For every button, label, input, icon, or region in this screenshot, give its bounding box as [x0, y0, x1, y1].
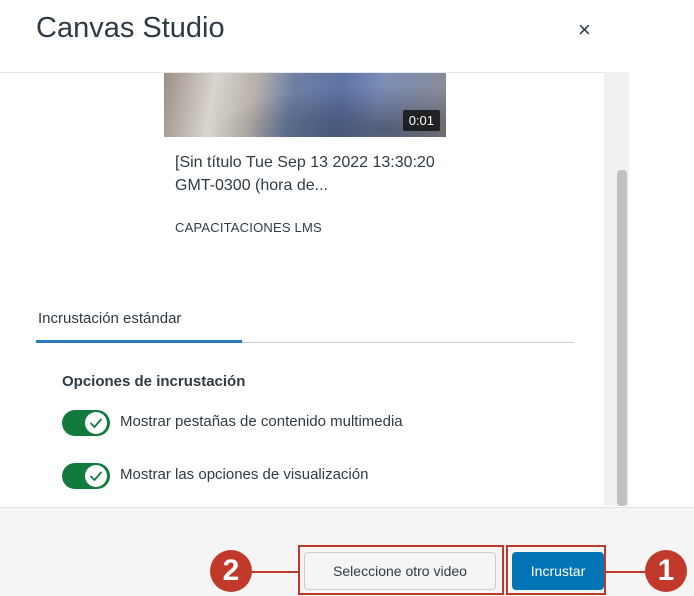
video-duration: 0:01	[402, 110, 440, 131]
modal-title: Canvas Studio	[36, 12, 225, 44]
annotation-badge-2: 2	[210, 550, 252, 592]
video-thumbnail[interactable]: 0:01	[164, 73, 446, 137]
embed-options-heading: Opciones de incrustación	[62, 373, 246, 390]
annotation-frame-secondary	[298, 545, 504, 595]
modal-body: 0:01 [Sin título Tue Sep 13 2022 13:30:2…	[0, 73, 604, 506]
close-icon[interactable]: ×	[578, 18, 591, 42]
annotation-leader-line	[604, 571, 648, 573]
video-owner: CAPACITACIONES LMS	[175, 220, 322, 235]
modal-header: Canvas Studio ×	[0, 0, 694, 72]
tab-label: Incrustación estándar	[38, 310, 182, 327]
tab-selected-indicator	[36, 340, 242, 343]
annotation-leader-line	[250, 571, 300, 573]
toggle-switch[interactable]	[62, 410, 110, 436]
video-title: [Sin título Tue Sep 13 2022 13:30:20 GMT…	[175, 154, 435, 194]
scrollbar-thumb[interactable]	[617, 170, 627, 506]
check-icon	[85, 465, 107, 487]
annotation-frame-primary	[506, 545, 606, 595]
check-icon	[85, 412, 107, 434]
tab-standard-embed[interactable]: Incrustación estándar	[36, 293, 242, 343]
option-label: Mostrar pestañas de contenido multimedia	[120, 413, 403, 430]
toggle-switch[interactable]	[62, 463, 110, 489]
option-label: Mostrar las opciones de visualización	[120, 466, 369, 483]
annotation-badge-1: 1	[645, 550, 687, 592]
